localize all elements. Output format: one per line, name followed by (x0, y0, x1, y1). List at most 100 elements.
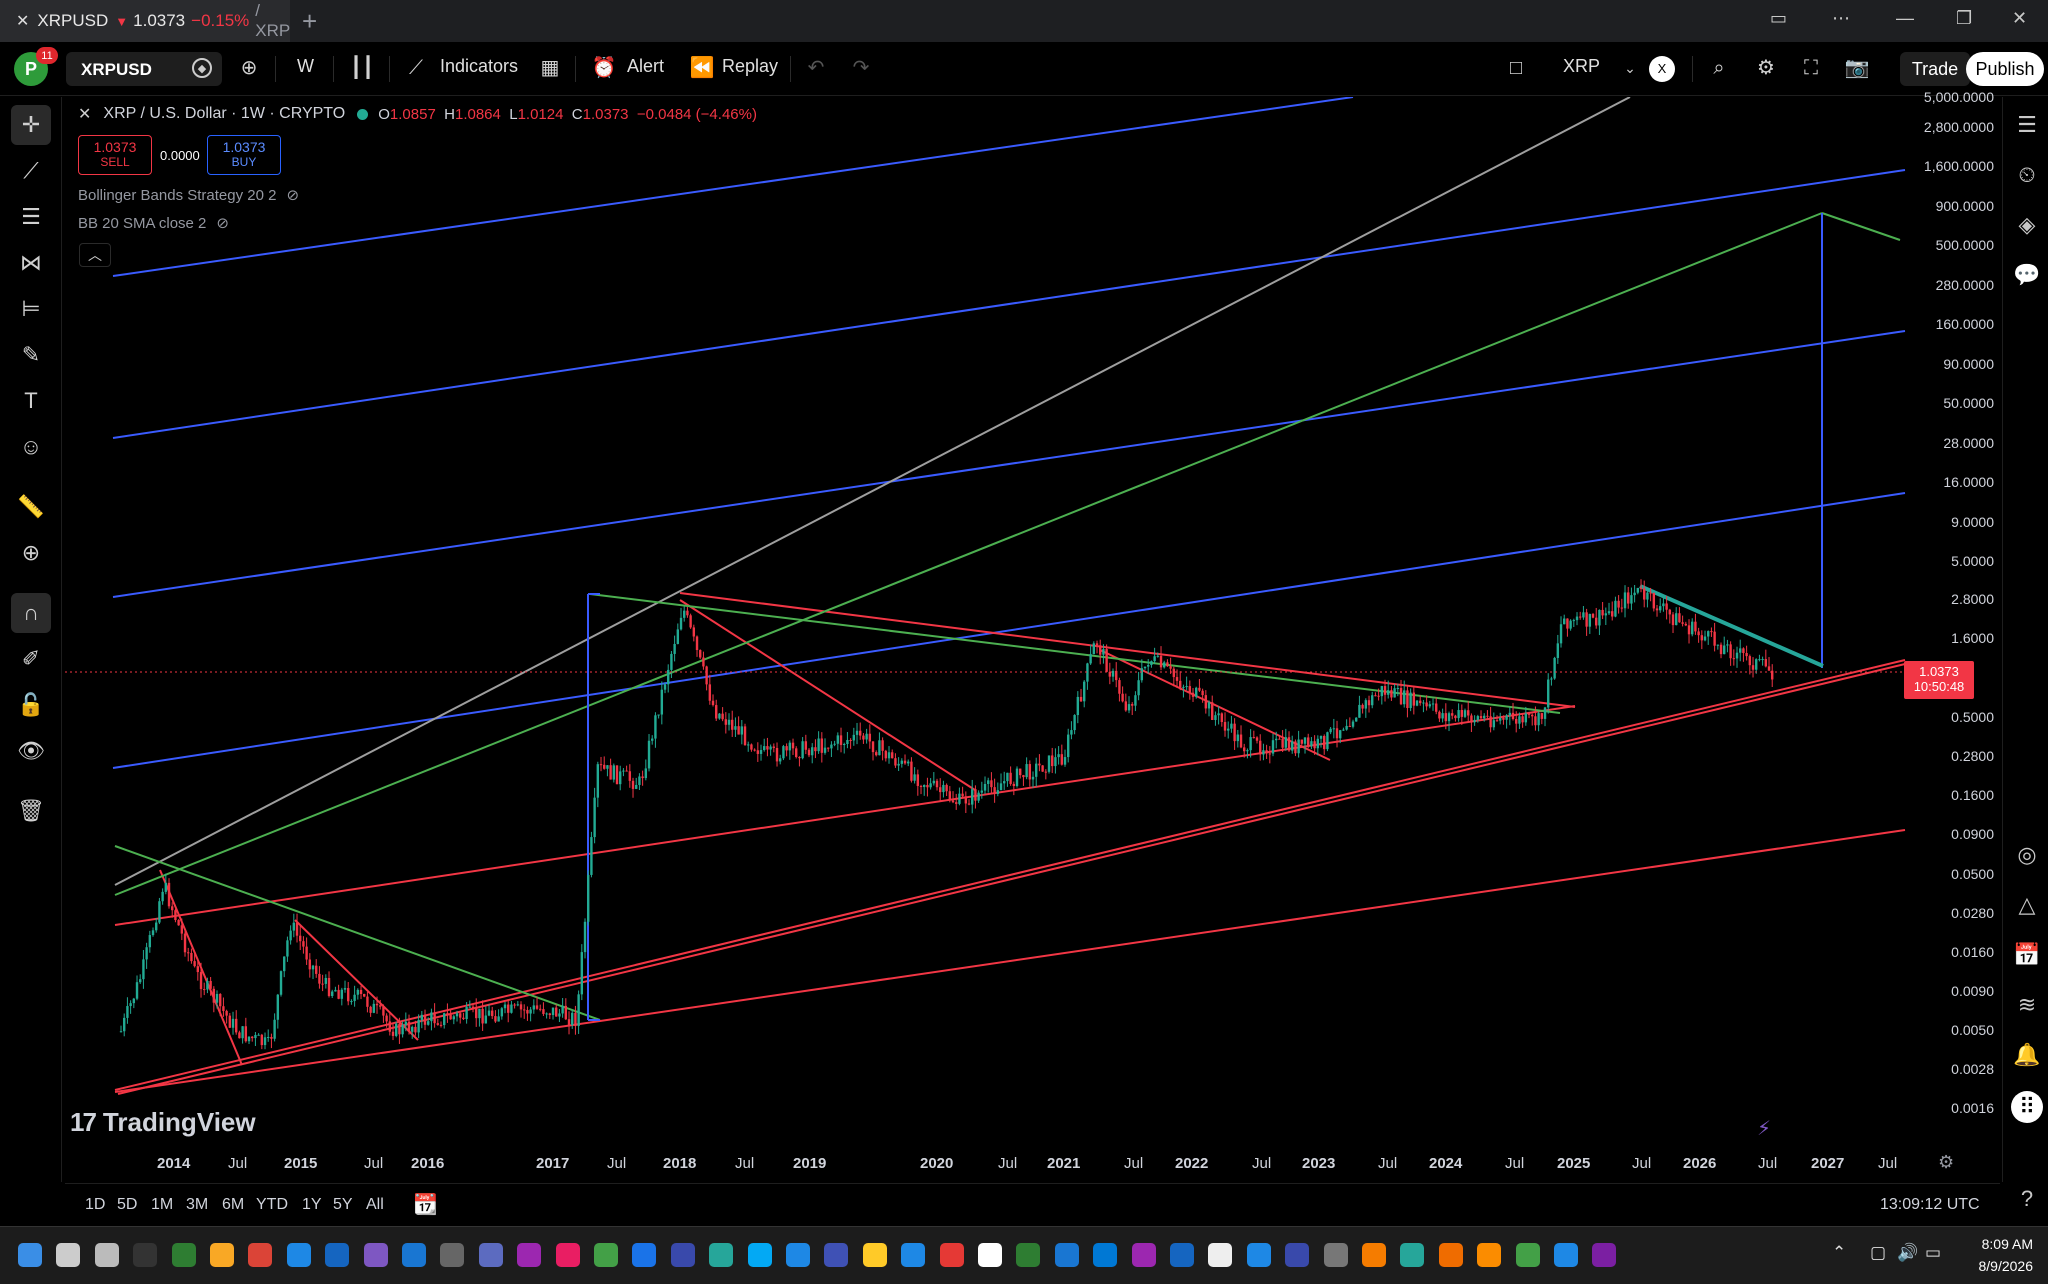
taskbar-app-icon[interactable] (1323, 1243, 1348, 1267)
taskbar-app-icon[interactable] (709, 1243, 734, 1267)
restore-icon[interactable]: ❐ (1956, 8, 1972, 29)
alarm-icon[interactable]: ⏰ (588, 52, 620, 84)
candles-icon[interactable]: ┃┃ (346, 52, 378, 84)
volume-icon[interactable]: 🔊 (1897, 1243, 1918, 1263)
crosshair-icon[interactable]: ✛ (11, 105, 51, 145)
indicators-icon[interactable]: ⟋ (400, 52, 432, 84)
alert-button[interactable]: Alert (627, 56, 664, 77)
taskbar-app-icon[interactable] (632, 1243, 657, 1267)
taskbar-app-icon[interactable] (901, 1243, 926, 1267)
text-icon[interactable]: T (11, 381, 51, 421)
taskbar-app-icon[interactable] (1208, 1243, 1233, 1267)
redo-icon[interactable]: ↷ (845, 52, 877, 84)
taskbar-app-icon[interactable] (786, 1243, 810, 1267)
taskbar-app-icon[interactable] (747, 1243, 772, 1267)
chat-icon[interactable]: 💬 (2011, 259, 2043, 291)
taskbar-app-icon[interactable] (594, 1243, 618, 1267)
zoom-in-icon[interactable]: ⊕ (11, 533, 51, 573)
collapse-legend-button[interactable]: ︿ (79, 243, 111, 267)
taskbar-app-icon[interactable] (1285, 1243, 1310, 1267)
fullscreen-icon[interactable]: ⛶ (1795, 52, 1827, 84)
more-options-icon[interactable]: ⋯ (1832, 8, 1850, 29)
trend-line-icon[interactable]: ⟋ (11, 151, 51, 191)
indicator-bb-sma[interactable]: BB 20 SMA close 2 ⊘ (78, 214, 229, 232)
sell-button[interactable]: 1.0373 SELL (78, 135, 152, 175)
blue-channel-line[interactable] (112, 330, 1906, 598)
taskbar-app-icon[interactable] (1054, 1243, 1079, 1267)
taskbar-app-icon[interactable] (478, 1243, 503, 1267)
range-button-6m[interactable]: 6M (222, 1196, 244, 1214)
taskbar-app-icon[interactable] (18, 1243, 42, 1267)
taskbar-app-icon[interactable] (210, 1243, 234, 1267)
taskbar-app-icon[interactable] (1170, 1243, 1194, 1267)
lock-icon[interactable]: 🔓 (11, 685, 51, 725)
battery-icon[interactable]: ▭ (1925, 1243, 1941, 1263)
red-support-line[interactable] (114, 659, 1906, 1091)
emoji-icon[interactable]: ☺ (11, 427, 51, 467)
layers-icon[interactable]: ◈ (2011, 209, 2043, 241)
range-button-1m[interactable]: 1M (151, 1196, 173, 1214)
taskbar-app-icon[interactable] (1438, 1243, 1463, 1267)
interval-button[interactable]: W (297, 56, 314, 77)
buy-button[interactable]: 1.0373 BUY (207, 135, 281, 175)
eye-icon[interactable]: 👁 (11, 731, 51, 771)
red-trend-line[interactable] (117, 663, 1906, 1095)
taskbar-app-icon[interactable] (862, 1243, 887, 1267)
range-button-5y[interactable]: 5Y (333, 1196, 353, 1214)
taskbar-app-icon[interactable] (1362, 1243, 1386, 1267)
axis-settings-icon[interactable]: ⚙ (1938, 1152, 1954, 1173)
taskbar-app-icon[interactable] (1554, 1243, 1578, 1267)
lightning-icon[interactable]: ⚡ (1757, 1116, 1771, 1141)
tray-display-icon[interactable]: ▢ (1870, 1243, 1886, 1263)
minimize-icon[interactable]: — (1896, 8, 1914, 29)
calendar-icon[interactable]: 📅 (2011, 939, 2043, 971)
chart-canvas[interactable] (65, 97, 2000, 1177)
camera-icon[interactable]: 📷 (1841, 52, 1873, 84)
range-button-1y[interactable]: 1Y (302, 1196, 322, 1214)
green-diagonal-line[interactable] (114, 212, 1823, 896)
new-tab-button[interactable]: + (302, 6, 317, 37)
taskbar-app-icon[interactable] (325, 1243, 350, 1267)
indicators-button[interactable]: Indicators (440, 56, 518, 77)
taskbar-app-icon[interactable] (1131, 1243, 1156, 1267)
streams-icon[interactable]: ≋ (2011, 989, 2043, 1021)
close-window-icon[interactable]: ✕ (2012, 8, 2027, 29)
range-button-1d[interactable]: 1D (85, 1196, 105, 1214)
browser-tab[interactable]: ✕ XRPUSD ▼ 1.0373 −0.15% / XRP (0, 0, 290, 42)
green-target-line[interactable] (1821, 212, 1901, 241)
tray-chevron-icon[interactable]: ⌃ (1832, 1243, 1846, 1263)
taskbar-app-icon[interactable] (94, 1243, 119, 1267)
stay-drawing-icon[interactable]: ✐ (11, 639, 51, 679)
chevron-down-icon[interactable]: ⌄ (1614, 52, 1646, 84)
chart-pane[interactable] (65, 97, 2000, 1177)
taskbar-app-icon[interactable] (133, 1243, 158, 1267)
taskbar-app-icon[interactable] (56, 1243, 81, 1267)
trash-icon[interactable]: 🗑 (11, 791, 51, 831)
blue-channel-line[interactable] (112, 169, 1906, 439)
pattern-icon[interactable]: ⋈ (11, 243, 51, 283)
undo-icon[interactable]: ↶ (800, 52, 832, 84)
ideas-icon[interactable]: △ (2011, 889, 2043, 921)
red-resistance-line[interactable] (679, 592, 1576, 708)
layout-badge[interactable]: X (1649, 56, 1675, 82)
taskbar-app-icon[interactable] (1592, 1243, 1617, 1267)
red-channel-lower-line[interactable] (114, 829, 1906, 1093)
spacer-line[interactable] (115, 410, 1905, 925)
blue-channel-line[interactable] (112, 492, 1906, 769)
forecast-icon[interactable]: ⊨ (11, 289, 51, 329)
remove-symbol-icon[interactable]: ✕ (78, 104, 91, 124)
diamond-icon[interactable]: ◆ (192, 58, 212, 78)
taskbar-app-icon[interactable] (440, 1243, 465, 1267)
target-icon[interactable]: ◎ (2011, 839, 2043, 871)
grey-diagonal-line[interactable] (114, 97, 1631, 886)
taskbar-app-icon[interactable] (939, 1243, 964, 1267)
taskbar-app-icon[interactable] (517, 1243, 542, 1267)
taskbar-app-icon[interactable] (555, 1243, 580, 1267)
settings-icon[interactable]: ⚙ (1750, 52, 1782, 84)
taskbar-app-icon[interactable] (824, 1243, 849, 1267)
taskbar-app-icon[interactable] (1400, 1243, 1425, 1267)
brush-icon[interactable]: ✎ (11, 335, 51, 375)
taskbar-app-icon[interactable] (248, 1243, 273, 1267)
taskbar-app-icon[interactable] (1016, 1243, 1041, 1267)
range-button-ytd[interactable]: YTD (256, 1196, 288, 1214)
